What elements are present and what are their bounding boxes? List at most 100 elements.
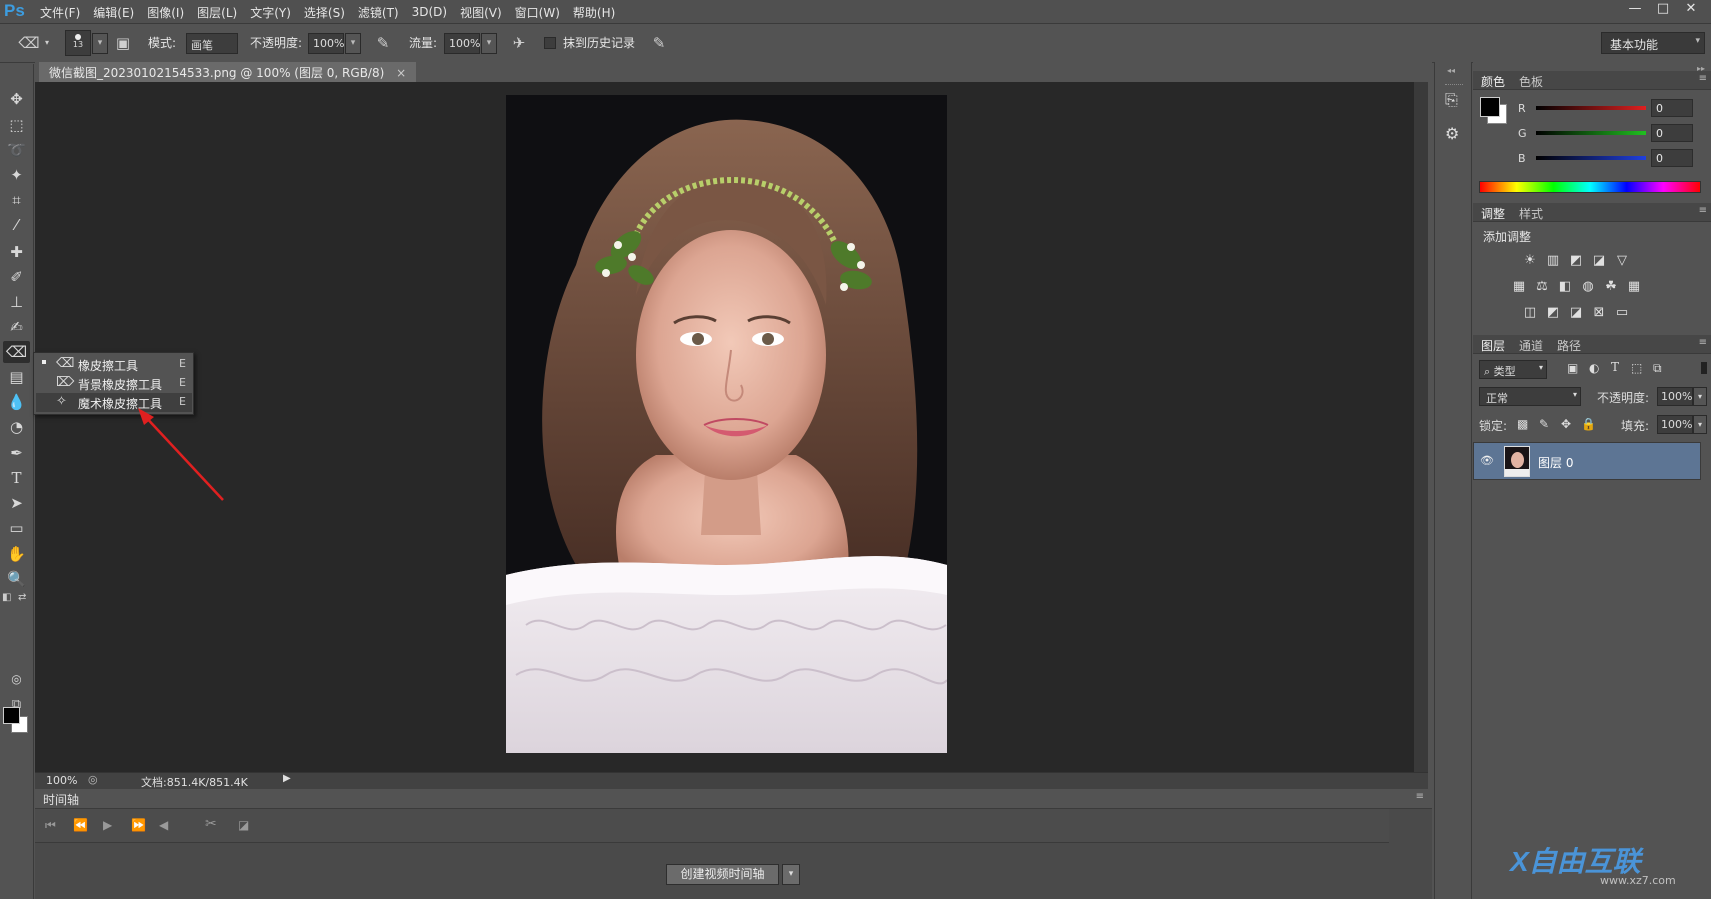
split-icon[interactable]: ✂ <box>205 816 217 832</box>
channel-b-slider[interactable] <box>1536 156 1646 160</box>
menu-layer[interactable]: 图层(L) <box>197 4 237 21</box>
blend-mode-select[interactable]: 正常 ▾ <box>1479 387 1581 406</box>
layer-opacity-dropdown[interactable]: ▾ <box>1693 387 1707 406</box>
status-menu-arrow-icon[interactable]: ▶ <box>283 773 291 784</box>
exposure-icon[interactable]: ◪ <box>1591 254 1607 268</box>
timeline-title[interactable]: 时间轴 <box>43 791 79 808</box>
default-colors-icon[interactable]: ◧ <box>2 592 11 603</box>
audio-icon[interactable]: ◀ <box>159 818 168 832</box>
gradient-tool-icon[interactable]: ▤ <box>3 366 30 388</box>
airbrush-icon[interactable]: ✈ <box>508 34 530 52</box>
type-tool-icon[interactable]: T <box>3 467 30 489</box>
filter-toggle[interactable] <box>1701 362 1707 374</box>
lasso-tool-icon[interactable]: ➰ <box>3 139 30 161</box>
blur-tool-icon[interactable]: 💧 <box>3 391 30 413</box>
prev-frame-icon[interactable]: ⏪ <box>73 818 88 832</box>
filter-shape-icon[interactable]: ⬚ <box>1631 361 1642 375</box>
marquee-tool-icon[interactable]: ⬚ <box>3 114 30 136</box>
first-frame-icon[interactable]: ⏮ <box>45 818 56 833</box>
visibility-eye-icon[interactable]: 👁 <box>1480 454 1494 467</box>
quick-mask-icon[interactable]: ◎ <box>3 668 30 690</box>
play-icon[interactable]: ▶ <box>103 818 112 832</box>
color-spectrum-bar[interactable] <box>1479 181 1701 193</box>
screen-mode-icon[interactable]: ⧉ <box>3 697 30 717</box>
tab-color[interactable]: 颜色 <box>1481 73 1505 90</box>
lock-all-icon[interactable]: 🔒 <box>1581 417 1596 431</box>
transition-icon[interactable]: ◪ <box>238 818 249 832</box>
history-panel-icon[interactable]: ⎘ <box>1445 90 1458 110</box>
posterize-icon[interactable]: ◩ <box>1545 306 1561 320</box>
panel-menu-icon[interactable]: ≡ <box>1699 205 1707 216</box>
panel-menu-icon[interactable]: ≡ <box>1699 337 1707 348</box>
menu-type[interactable]: 文字(Y) <box>250 4 291 21</box>
vibrance-icon[interactable]: ▽ <box>1614 254 1630 268</box>
opacity-input[interactable]: 100% <box>308 33 344 54</box>
menu-help[interactable]: 帮助(H) <box>573 4 615 21</box>
brush-tool-icon[interactable]: ✐ <box>3 266 30 288</box>
flyout-item-background-eraser[interactable]: ⌦ 背景橡皮擦工具 E <box>36 374 192 393</box>
swap-colors-icon[interactable]: ⇄ <box>18 592 26 603</box>
clone-stamp-tool-icon[interactable]: ⊥ <box>3 291 30 313</box>
filter-type-icon[interactable]: T <box>1611 360 1619 374</box>
workspace-switcher[interactable]: 基本功能 ▾ <box>1601 32 1705 54</box>
color-lookup-icon[interactable]: ▦ <box>1626 280 1642 294</box>
path-selection-tool-icon[interactable]: ➤ <box>3 492 30 514</box>
maximize-button[interactable]: □ <box>1649 1 1677 16</box>
zoom-tool-icon[interactable]: 🔍 <box>3 568 30 590</box>
flow-dropdown[interactable]: ▾ <box>481 33 497 54</box>
fill-input[interactable]: 100% <box>1657 415 1693 434</box>
menu-window[interactable]: 窗口(W) <box>515 4 560 21</box>
tab-channels[interactable]: 通道 <box>1519 337 1543 354</box>
history-brush-tool-icon[interactable]: ✍ <box>3 316 30 338</box>
lock-position-icon[interactable]: ✥ <box>1561 417 1571 431</box>
document-image[interactable] <box>506 95 947 753</box>
next-frame-icon[interactable]: ⏩ <box>131 818 146 832</box>
create-timeline-dropdown[interactable]: ▾ <box>782 864 800 885</box>
hand-tool-icon[interactable]: ✋ <box>3 543 30 565</box>
pen-tool-icon[interactable]: ✒ <box>3 442 30 464</box>
channel-g-slider[interactable] <box>1536 131 1646 135</box>
selective-color-icon[interactable]: ⊠ <box>1591 306 1607 320</box>
brightness-icon[interactable]: ☀ <box>1522 254 1538 268</box>
menu-image[interactable]: 图像(I) <box>147 4 184 21</box>
levels-icon[interactable]: ▥ <box>1545 254 1561 268</box>
filter-adjustment-icon[interactable]: ◐ <box>1589 361 1599 375</box>
brush-panel-icon[interactable]: ▣ <box>113 34 133 52</box>
document-tab[interactable]: 微信截图_20230102154533.png @ 100% (图层 0, RG… <box>39 62 417 82</box>
fill-dropdown[interactable]: ▾ <box>1693 415 1707 434</box>
healing-brush-tool-icon[interactable]: ✚ <box>3 241 30 263</box>
layer-row[interactable]: 👁 图层 0 <box>1473 442 1701 480</box>
layer-filter-kind-select[interactable]: ⌕ 类型 ▾ <box>1479 360 1547 379</box>
panel-menu-icon[interactable]: ≡ <box>1416 791 1424 802</box>
tab-styles[interactable]: 样式 <box>1519 205 1543 222</box>
menu-filter[interactable]: 滤镜(T) <box>358 4 399 21</box>
brush-size-dropdown[interactable]: ▾ <box>92 33 108 54</box>
gradient-map-icon[interactable]: ▭ <box>1614 306 1630 320</box>
photo-filter-icon[interactable]: ◍ <box>1580 280 1596 294</box>
channel-b-input[interactable]: 0 <box>1651 149 1693 167</box>
menu-3d[interactable]: 3D(D) <box>412 5 447 19</box>
eyedropper-tool-icon[interactable]: ⁄ <box>3 214 30 236</box>
crop-tool-icon[interactable]: ⌗ <box>3 189 30 211</box>
tab-paths[interactable]: 路径 <box>1557 337 1581 354</box>
close-button[interactable]: ✕ <box>1677 1 1705 16</box>
hue-saturation-icon[interactable]: ▦ <box>1511 280 1527 294</box>
lock-pixels-icon[interactable]: ✎ <box>1539 417 1549 431</box>
invert-icon[interactable]: ◫ <box>1522 306 1538 320</box>
tab-close-icon[interactable]: × <box>396 66 406 80</box>
channel-g-input[interactable]: 0 <box>1651 124 1693 142</box>
menu-file[interactable]: 文件(F) <box>40 4 80 21</box>
panel-menu-icon[interactable]: ≡ <box>1699 73 1707 84</box>
menu-select[interactable]: 选择(S) <box>304 4 345 21</box>
mode-select[interactable]: 画笔 <box>186 33 238 54</box>
layer-opacity-input[interactable]: 100% <box>1657 387 1693 406</box>
layer-name[interactable]: 图层 0 <box>1538 454 1573 471</box>
collapse-arrows-icon[interactable]: ◂◂ <box>1447 66 1455 75</box>
minimize-button[interactable]: — <box>1621 1 1649 16</box>
tab-adjustments[interactable]: 调整 <box>1481 205 1505 222</box>
lock-transparent-icon[interactable]: ▩ <box>1517 417 1528 431</box>
menu-edit[interactable]: 编辑(E) <box>93 4 134 21</box>
flyout-item-eraser[interactable]: ⌫ 橡皮擦工具 E <box>36 355 192 374</box>
eraser-tool-icon[interactable]: ⌫ <box>3 341 30 363</box>
menu-view[interactable]: 视图(V) <box>460 4 502 21</box>
